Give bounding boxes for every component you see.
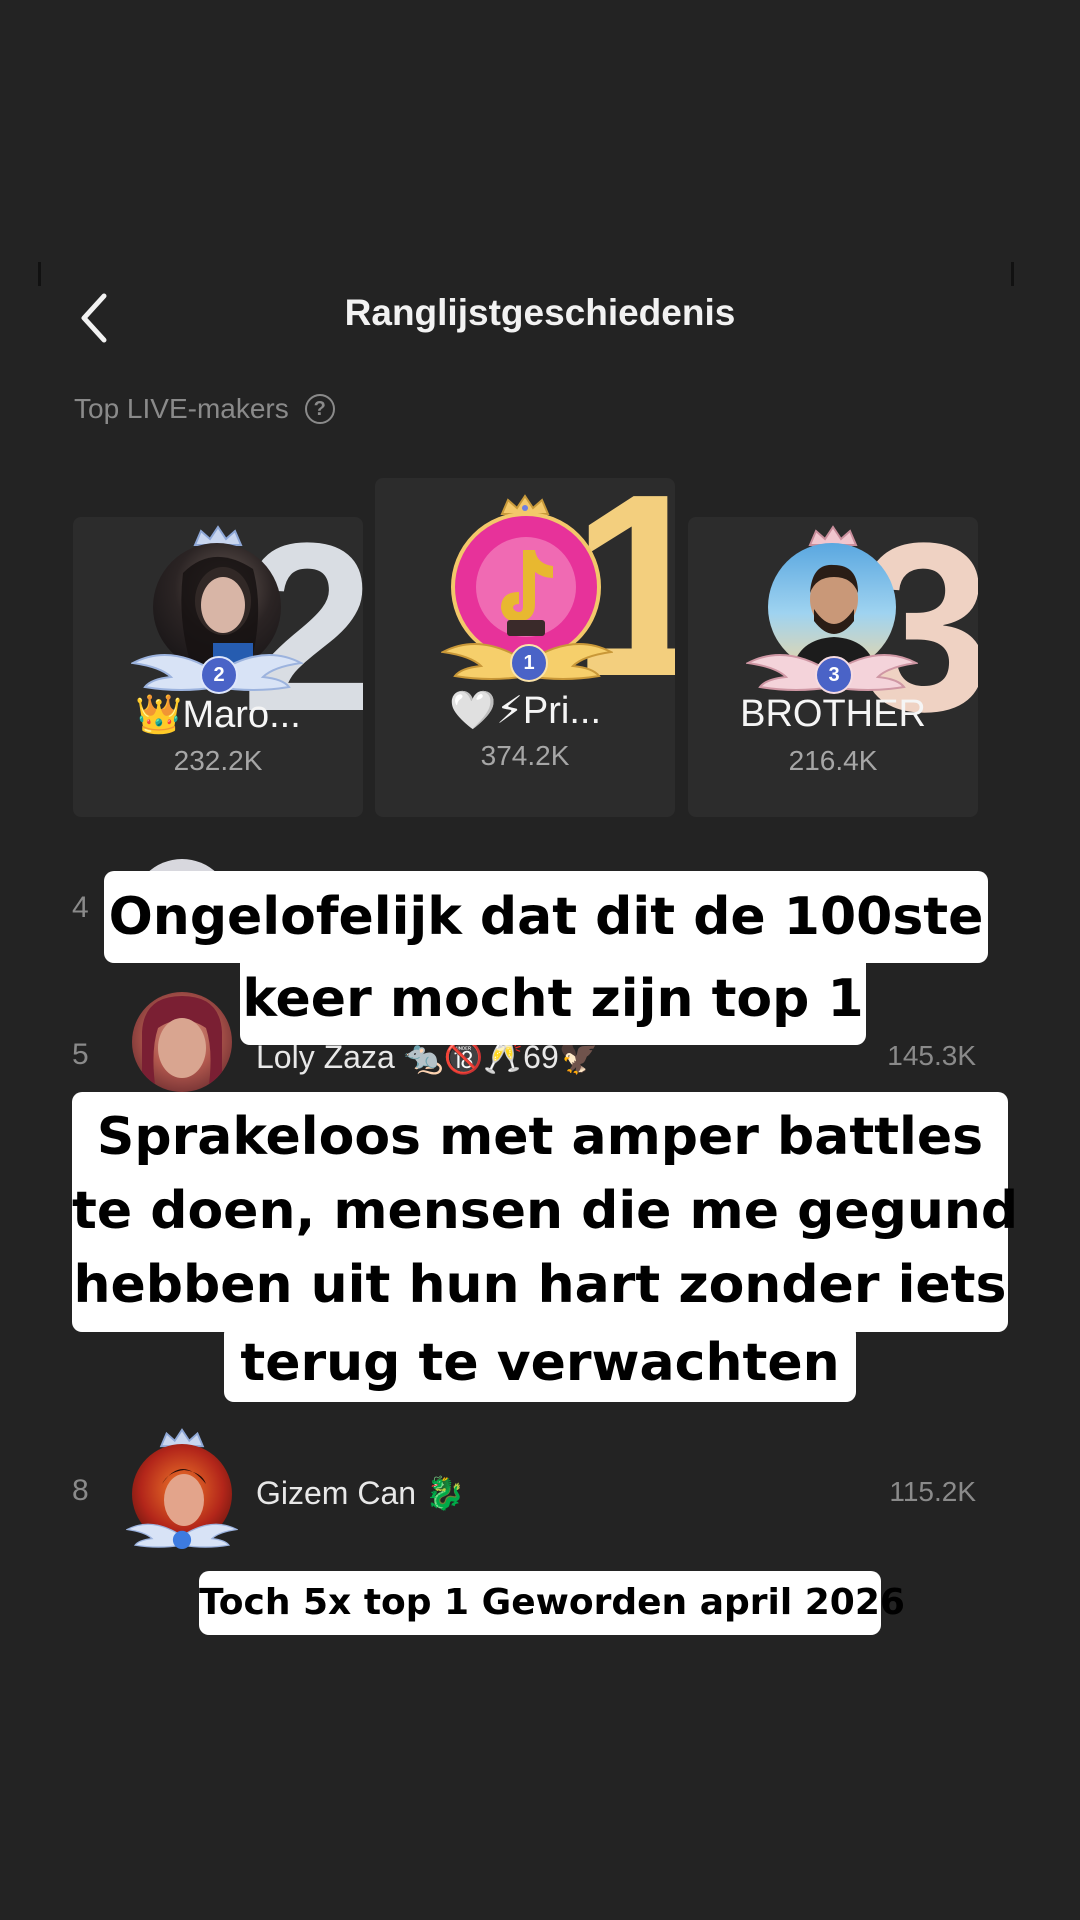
row-rank: 8 (72, 1474, 89, 1507)
leaderboard-history-screen: Ranglijstgeschiedenis Top LIVE-makers ? … (0, 0, 1080, 1920)
rank-number: 2 (200, 656, 238, 694)
podium-name: 👑Maro... (135, 694, 301, 736)
caption-line: hebben uit hun hart zonder iets (73, 1255, 1007, 1315)
section-title: Top LIVE-makers (74, 393, 289, 424)
caption-line: te doen, mensen die me gegund (72, 1181, 1019, 1241)
panel-edge-right (1011, 262, 1014, 286)
question-circle-icon[interactable]: ? (304, 394, 335, 424)
podium-card-rank-1[interactable]: 1 1 🤍⚡Pri... 374.2K (375, 478, 675, 817)
caption-line: Sprakeloos met amper battles (96, 1107, 984, 1167)
podium-card-rank-2[interactable]: 2 2 👑Maro... 232.2K (73, 517, 363, 817)
podium-card-rank-3[interactable]: 3 3 BROTHER 216.4K (688, 517, 978, 817)
panel-edge-left (38, 262, 41, 286)
rank-number: 3 (815, 656, 853, 694)
row-score: 115.2K (889, 1476, 976, 1507)
avatar (132, 992, 232, 1092)
row-score: 145.3K (887, 1040, 976, 1071)
row-rank: 5 (72, 1038, 89, 1071)
caption-line: terug te verwachten (224, 1324, 856, 1402)
caption-line: Ongelofelijk dat dit de 100ste (104, 871, 988, 963)
section-header: Top LIVE-makers ? (74, 393, 335, 425)
podium-name: BROTHER (740, 693, 926, 735)
podium-name: 🤍⚡Pri... (448, 690, 602, 732)
caption-line: Toch 5x top 1 Geworden april 2026 (199, 1571, 905, 1635)
list-item[interactable]: 8 Gizem Can 🐉 115.2K (0, 1428, 1080, 1550)
avatar-portrait (142, 996, 222, 1092)
caption-line: keer mocht zijn top 1 (240, 953, 866, 1045)
podium-score: 374.2K (480, 740, 570, 771)
rank-number: 1 (510, 644, 548, 682)
row-name: Gizem Can 🐉 (256, 1475, 465, 1511)
podium-score: 232.2K (173, 745, 263, 776)
page-title: Ranglijstgeschiedenis (344, 292, 736, 333)
row-rank: 4 (72, 891, 89, 924)
rank-wings-badge (126, 1523, 238, 1550)
podium-score: 216.4K (788, 745, 878, 776)
